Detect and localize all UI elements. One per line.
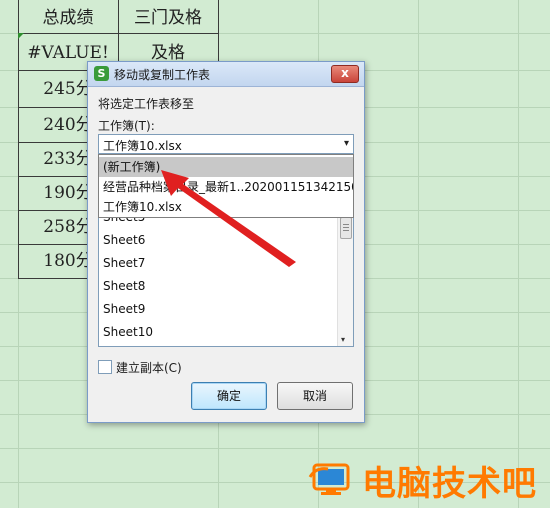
red-arrow-annotation	[161, 170, 296, 267]
